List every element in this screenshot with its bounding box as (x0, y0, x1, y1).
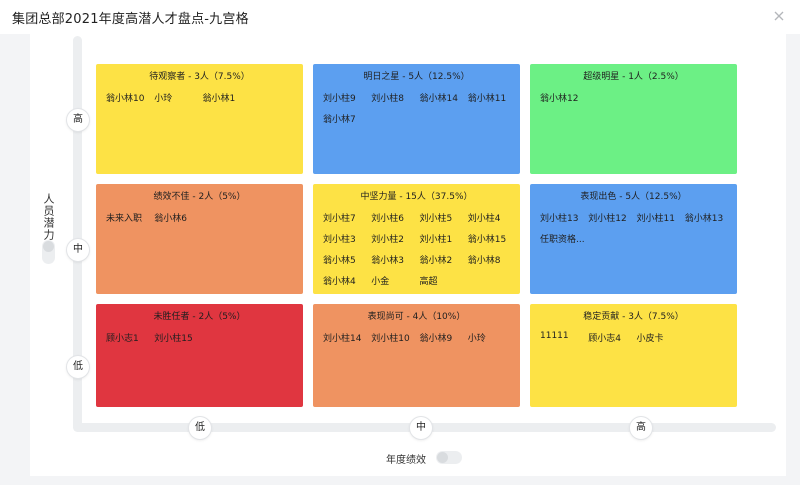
cell-core-strength[interactable]: 中坚力量 - 15人（37.5%） 刘小柱7 刘小柱6 刘小柱5 刘小柱4 刘小柱3 刘小… (313, 184, 520, 294)
person-name[interactable]: 翁小林5 (323, 253, 369, 266)
person-name[interactable]: 刘小柱3 (323, 232, 369, 245)
person-name[interactable]: 刘小柱6 (371, 211, 417, 224)
person-name[interactable]: 翁小林14 (420, 91, 466, 104)
cell-title: 表现尚可 - 4人（10%） (367, 312, 466, 322)
person-name[interactable]: 高超 (420, 274, 466, 287)
cell-names: 刘小柱9 刘小柱8 翁小林14 翁小林11 翁小林7 (319, 91, 514, 125)
cell-acceptable[interactable]: 表现尚可 - 4人（10%） 刘小柱14 刘小柱10 翁小林9 小玲 (313, 304, 520, 407)
cell-names: 11111 顾小志4 小皮卡 (536, 331, 731, 344)
person-name[interactable]: 刘小柱2 (371, 232, 417, 245)
cell-names: 翁小林10 小玲 翁小林1 (102, 91, 297, 104)
person-name[interactable]: 任职资格... (540, 232, 586, 245)
person-name[interactable]: 刘小柱8 (371, 91, 417, 104)
person-name[interactable]: 翁小林6 (154, 211, 200, 224)
cell-title: 绩效不佳 - 2人（5%） (153, 192, 246, 202)
cell-poor-performance[interactable]: 绩效不佳 - 2人（5%） 未来入职 翁小林6 (96, 184, 303, 294)
person-name[interactable]: 刘小柱11 (637, 211, 683, 224)
cell-names: 刘小柱14 刘小柱10 翁小林9 小玲 (319, 331, 514, 344)
cell-to-be-observed[interactable]: 待观察者 - 3人（7.5%） 翁小林10 小玲 翁小林1 (96, 64, 303, 174)
cell-super-star[interactable]: 超级明星 - 1人（2.5%） 翁小林12 (530, 64, 737, 174)
cell-rising-star[interactable]: 明日之星 - 5人（12.5%） 刘小柱9 刘小柱8 翁小林14 翁小林11 翁小林7 (313, 64, 520, 174)
x-level-low: 低 (189, 417, 211, 439)
y-axis-toggle[interactable] (42, 240, 55, 264)
person-name[interactable]: 刘小柱1 (420, 232, 466, 245)
cell-stable-contribution[interactable]: 稳定贡献 - 3人（7.5%） 11111 顾小志4 小皮卡 (530, 304, 737, 407)
person-name[interactable]: 翁小林9 (420, 331, 466, 344)
person-name[interactable]: 翁小林15 (468, 232, 514, 245)
toggle-knob (437, 452, 448, 463)
cell-not-competent[interactable]: 未胜任者 - 2人（5%） 顾小志1 刘小柱15 (96, 304, 303, 407)
person-name[interactable]: 翁小林2 (420, 253, 466, 266)
person-name[interactable]: 顾小志4 (588, 331, 634, 344)
cell-names: 刘小柱7 刘小柱6 刘小柱5 刘小柱4 刘小柱3 刘小柱2 刘小柱1 翁小林15 翁小林5 翁小林… (319, 211, 514, 287)
cell-names: 未来入职 翁小林6 (102, 211, 297, 224)
cell-title: 待观察者 - 3人（7.5%） (149, 72, 250, 82)
cell-title: 表现出色 - 5人（12.5%） (580, 192, 687, 202)
x-level-mid: 中 (410, 417, 432, 439)
cell-title: 稳定贡献 - 3人（7.5%） (583, 312, 684, 322)
person-name[interactable]: 翁小林1 (203, 91, 249, 104)
cell-title: 超级明星 - 1人（2.5%） (583, 72, 684, 82)
cell-outstanding[interactable]: 表现出色 - 5人（12.5%） 刘小柱13 刘小柱12 刘小柱11 翁小林13 任职资… (530, 184, 737, 294)
person-name[interactable]: 刘小柱12 (588, 211, 634, 224)
cell-title: 明日之星 - 5人（12.5%） (363, 72, 470, 82)
person-name[interactable]: 翁小林10 (106, 91, 152, 104)
person-name[interactable]: 翁小林8 (468, 253, 514, 266)
toggle-knob (43, 241, 54, 252)
person-name[interactable]: 小玲 (468, 331, 514, 344)
x-axis-toggle[interactable] (436, 451, 462, 464)
close-icon[interactable] (772, 9, 786, 23)
person-name[interactable]: 翁小林7 (323, 112, 369, 125)
cell-names: 顾小志1 刘小柱15 (102, 331, 297, 344)
cell-title: 未胜任者 - 2人（5%） (153, 312, 246, 322)
person-name[interactable]: 翁小林4 (323, 274, 369, 287)
person-name[interactable]: 小金 (371, 274, 417, 287)
person-name[interactable]: 翁小林11 (468, 91, 514, 104)
person-name[interactable]: 未来入职 (106, 211, 152, 224)
person-name[interactable]: 翁小林13 (685, 211, 731, 224)
person-name[interactable]: 刘小柱10 (371, 331, 417, 344)
window-header: 集团总部2021年度高潜人才盘点-九宫格 (0, 0, 800, 34)
y-level-low: 低 (67, 356, 89, 378)
y-axis-title: 人员潜力 (42, 193, 55, 241)
cell-names: 刘小柱13 刘小柱12 刘小柱11 翁小林13 任职资格... (536, 211, 731, 245)
y-level-mid: 中 (67, 239, 89, 261)
person-name[interactable]: 刘小柱9 (323, 91, 369, 104)
person-name[interactable]: 刘小柱5 (420, 211, 466, 224)
person-name[interactable]: 刘小柱15 (154, 331, 200, 344)
cell-title: 中坚力量 - 15人（37.5%） (360, 192, 473, 202)
person-name[interactable]: 11111 (540, 331, 586, 344)
window-title: 集团总部2021年度高潜人才盘点-九宫格 (12, 12, 249, 27)
person-name[interactable]: 翁小林3 (371, 253, 417, 266)
x-axis-title: 年度绩效 (386, 455, 426, 466)
y-level-high: 高 (67, 109, 89, 131)
x-level-high: 高 (630, 417, 652, 439)
person-name[interactable]: 刘小柱7 (323, 211, 369, 224)
person-name[interactable]: 刘小柱13 (540, 211, 586, 224)
cell-names: 翁小林12 (536, 91, 731, 104)
person-name[interactable]: 小玲 (154, 91, 200, 104)
person-name[interactable]: 顾小志1 (106, 331, 152, 344)
person-name[interactable]: 翁小林12 (540, 91, 586, 104)
person-name[interactable]: 小皮卡 (637, 331, 683, 344)
person-name[interactable]: 刘小柱14 (323, 331, 369, 344)
person-name[interactable]: 刘小柱4 (468, 211, 514, 224)
